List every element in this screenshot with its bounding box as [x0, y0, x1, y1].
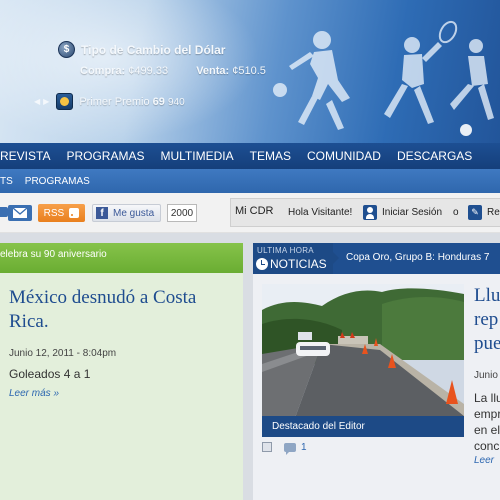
lottery-ball-icon: [56, 93, 74, 110]
news-headline[interactable]: Llu rep pue: [474, 284, 500, 356]
editor-pick-photo[interactable]: [262, 284, 464, 437]
clock-icon: [256, 258, 268, 270]
nav-item-revista[interactable]: REVISTA: [0, 149, 58, 163]
register-icon: ✎: [468, 205, 482, 220]
athletes-silhouette-illustration: [273, 20, 494, 136]
share-button[interactable]: [0, 207, 8, 217]
like-label: Me gusta: [113, 207, 155, 219]
news-headline-line: Llu: [474, 285, 500, 306]
site-header: $ Tipo de Cambio del Dólar Compra: ¢499.…: [0, 0, 500, 143]
featured-date: Junio 12, 2011 - 8:04pm: [9, 348, 117, 359]
featured-story-left: elebra su 90 aniversario México desnudó …: [0, 243, 243, 500]
email-button[interactable]: [8, 205, 32, 221]
subnav-item-ts[interactable]: TS: [0, 176, 19, 187]
news-tab[interactable]: ULTIMA HORA NOTICIAS: [253, 243, 333, 274]
photo-tools: 1: [262, 440, 307, 455]
anniversary-banner[interactable]: elebra su 90 aniversario: [0, 243, 243, 273]
featured-read-more-link[interactable]: Leer más »: [9, 388, 59, 399]
rss-icon: [69, 208, 80, 218]
buy-value: ¢499.33: [128, 65, 169, 77]
news-summary-line: empr: [474, 407, 500, 421]
envelope-icon: [12, 207, 28, 218]
news-summary: La llu empr en el concl: [474, 390, 500, 454]
gallery-icon[interactable]: [262, 442, 272, 452]
nav-item-comunidad[interactable]: COMUNIDAD: [299, 149, 389, 163]
buy-label: Compra:: [80, 65, 126, 77]
lottery-label: Primer Premio: [79, 95, 150, 108]
exchange-rate-values: Compra: ¢499.33 Venta: ¢510.5: [80, 65, 266, 77]
latest-label: ULTIMA HORA: [257, 246, 314, 255]
news-read-more-link[interactable]: Leer: [474, 455, 494, 466]
comment-count[interactable]: 1: [301, 442, 307, 453]
or-text: o: [453, 207, 459, 218]
main-navigation: REVISTA PROGRAMAS MULTIMEDIA TEMAS COMUN…: [0, 143, 500, 169]
exchange-rate-icon: $: [58, 41, 75, 58]
facebook-icon: f: [96, 207, 108, 219]
photo-caption[interactable]: Destacado del Editor: [262, 416, 464, 437]
nav-item-descargas[interactable]: DESCARGAS: [389, 149, 480, 163]
ticker-text: Copa Oro, Grupo B: Honduras 7: [346, 252, 490, 263]
lottery-series: 940: [167, 96, 185, 108]
exchange-rate-widget[interactable]: $ Tipo de Cambio del Dólar: [58, 41, 225, 58]
nav-item-programas[interactable]: PROGRAMAS: [58, 149, 152, 163]
greeting-text: Hola Visitante!: [288, 207, 353, 218]
lottery-widget[interactable]: ◀▶ Primer Premio 69 940: [34, 93, 185, 110]
sub-navigation: TS PROGRAMAS: [0, 169, 500, 193]
comment-icon[interactable]: [284, 442, 296, 455]
social-login-bar: RSS f Me gusta 2000 Mi CDR Hola Visitant…: [0, 193, 500, 233]
login-link[interactable]: Iniciar Sesión: [382, 207, 442, 218]
news-summary-line: La llu: [474, 391, 500, 405]
user-icon: [363, 205, 377, 220]
featured-headline[interactable]: México desnudó a Costa Rica.: [9, 286, 237, 334]
news-summary-line: en el: [474, 423, 500, 437]
news-summary-line: concl: [474, 439, 500, 453]
lottery-number: 69: [152, 95, 165, 108]
nav-item-multimedia[interactable]: MULTIMEDIA: [152, 149, 241, 163]
nav-item-temas[interactable]: TEMAS: [242, 149, 299, 163]
news-headline-line: pue: [474, 333, 500, 354]
lottery-text: Primer Premio 69 940: [79, 96, 184, 108]
exchange-rate-title: Tipo de Cambio del Dólar: [81, 42, 226, 57]
facebook-like-button[interactable]: f Me gusta: [92, 204, 161, 222]
carousel-arrows-icon[interactable]: ◀▶: [34, 97, 52, 106]
sell-label: Venta:: [196, 65, 230, 77]
like-count: 2000: [167, 204, 197, 222]
rss-label: RSS: [43, 207, 65, 219]
featured-summary: Goleados 4 a 1: [9, 367, 91, 381]
news-tab-label: NOTICIAS: [270, 257, 327, 271]
sell-value: ¢510.5: [232, 65, 266, 77]
news-section: ULTIMA HORA NOTICIAS Copa Oro, Grupo B: …: [253, 243, 500, 500]
subnav-item-programas[interactable]: PROGRAMAS: [19, 176, 96, 187]
register-link[interactable]: Re: [487, 207, 500, 218]
news-ticker[interactable]: Copa Oro, Grupo B: Honduras 7: [333, 243, 500, 274]
mi-cdr-link[interactable]: Mi CDR: [235, 205, 274, 217]
account-panel: Mi CDR Hola Visitante! Iniciar Sesión o …: [230, 198, 500, 227]
news-headline-line: rep: [474, 309, 499, 330]
rss-button[interactable]: RSS: [38, 204, 85, 222]
news-date: Junio: [474, 370, 498, 381]
